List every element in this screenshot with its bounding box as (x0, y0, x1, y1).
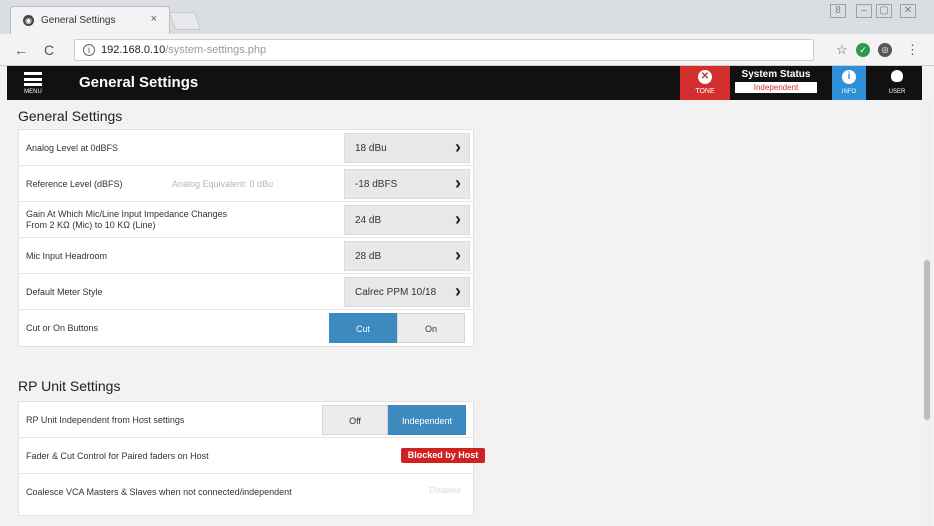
setting-row-analog-level: Analog Level at 0dBFS 18 dBu › (19, 130, 473, 166)
app-header: MENU General Settings ✕ TONE System Stat… (7, 66, 922, 100)
rp-unit-settings-panel: RP Unit Independent from Host settings O… (18, 401, 485, 516)
setting-label: Reference Level (dBFS) (26, 179, 123, 189)
browser-menu-icon[interactable]: ⋮ (906, 43, 919, 57)
setting-row-coalesce-vca: Coalesce VCA Masters & Slaves when not c… (19, 474, 473, 510)
site-info-icon[interactable]: i (83, 44, 95, 56)
menu-button[interactable]: MENU (7, 66, 59, 100)
general-settings-heading: General Settings (18, 108, 123, 124)
setting-label: Cut or On Buttons (26, 323, 99, 333)
user-label: USER (888, 89, 906, 95)
browser-tab-bar: ◉ General Settings × 8 – ▢ ✕ (0, 0, 934, 34)
url-input[interactable]: i 192.168.0.10/system-settings.php (74, 39, 814, 61)
favicon-icon: ◉ (23, 15, 34, 26)
setting-hint: Analog Equivalent: 0 dBu (172, 179, 274, 189)
new-tab-button[interactable] (168, 12, 202, 30)
chevron-right-icon: › (455, 281, 461, 301)
setting-label-line1: Gain At Which Mic/Line Input Impedance C… (26, 209, 228, 219)
tone-off-icon: ✕ (698, 70, 712, 84)
setting-row-fader-cut-control: Fader & Cut Control for Paired faders on… (19, 438, 485, 474)
meter-style-button[interactable]: Calrec PPM 10/18 › (344, 277, 470, 307)
address-bar-row: ← C i 192.168.0.10/system-settings.php ☆… (0, 34, 934, 66)
user-button[interactable]: USER (877, 66, 917, 100)
extension-check-icon[interactable]: ✓ (856, 43, 870, 57)
setting-label: Gain At Which Mic/Line Input Impedance C… (26, 209, 227, 231)
coalesce-vca-value: Disabled (429, 486, 461, 495)
setting-label: Mic Input Headroom (26, 251, 108, 261)
cut-toggle-option[interactable]: Cut (329, 313, 397, 343)
menu-icon (24, 72, 42, 86)
url-path: /system-settings.php (165, 44, 267, 56)
setting-label: Default Meter Style (26, 287, 103, 297)
mic-headroom-button[interactable]: 28 dB › (344, 241, 470, 271)
on-toggle-option[interactable]: On (397, 313, 465, 343)
impedance-gain-button[interactable]: 24 dB › (344, 205, 470, 235)
tab-title: General Settings (41, 15, 116, 26)
setting-row-impedance-gain: Gain At Which Mic/Line Input Impedance C… (19, 202, 473, 238)
system-status-value: Independent (735, 82, 817, 93)
extension-icon[interactable]: ◎ (878, 43, 892, 57)
off-toggle-option[interactable]: Off (322, 405, 388, 435)
analog-level-button[interactable]: 18 dBu › (344, 133, 470, 163)
setting-value: 28 dB (355, 251, 382, 262)
chevron-right-icon: › (455, 245, 461, 265)
setting-label: Coalesce VCA Masters & Slaves when not c… (26, 487, 292, 497)
tone-label: TONE (695, 88, 715, 95)
scrollbar-thumb[interactable] (924, 260, 930, 420)
setting-label: Analog Level at 0dBFS (26, 143, 119, 153)
setting-value: -18 dBFS (355, 179, 398, 190)
url-text: 192.168.0.10/system-settings.php (101, 44, 266, 56)
tone-button[interactable]: ✕ TONE (680, 66, 730, 100)
setting-row-meter-style: Default Meter Style Calrec PPM 10/18 › (19, 274, 473, 310)
setting-label: Fader & Cut Control for Paired faders on… (26, 451, 209, 461)
reference-level-button[interactable]: -18 dBFS › (344, 169, 470, 199)
chevron-right-icon: › (455, 209, 461, 229)
close-window-button[interactable]: ✕ (900, 4, 916, 18)
info-button[interactable]: i INFO (832, 66, 866, 100)
minimize-button[interactable]: – (856, 4, 872, 18)
setting-value: 24 dB (355, 215, 382, 226)
independent-toggle-option[interactable]: Independent (388, 405, 466, 435)
setting-row-reference-level: Reference Level (dBFS) Analog Equivalent… (19, 166, 473, 202)
browser-tab[interactable]: ◉ General Settings × (10, 6, 170, 34)
rp-unit-settings-heading: RP Unit Settings (18, 378, 121, 394)
url-host: 192.168.0.10 (101, 44, 166, 56)
setting-label-line2: From 2 KΩ (Mic) to 10 KΩ (Line) (26, 220, 156, 230)
star-icon[interactable]: ☆ (836, 43, 848, 57)
chevron-right-icon: › (455, 137, 461, 157)
info-icon: i (842, 70, 856, 84)
info-label: INFO (841, 89, 857, 95)
menu-label: MENU (24, 89, 42, 95)
setting-row-rp-independent: RP Unit Independent from Host settings O… (19, 402, 473, 438)
chevron-right-icon: › (455, 173, 461, 193)
user-icon (891, 70, 903, 82)
page-title: General Settings (79, 74, 199, 91)
back-button[interactable]: ← (14, 42, 28, 58)
page-scrollbar[interactable] (922, 100, 932, 526)
profile-icon[interactable]: 8 (830, 4, 846, 18)
blocked-by-host-badge: Blocked by Host (401, 448, 485, 463)
setting-row-cut-or-on: Cut or On Buttons Cut On (19, 310, 473, 346)
system-status[interactable]: System Status Independent (735, 69, 817, 97)
system-status-title: System Status (741, 69, 811, 80)
reload-button[interactable]: C (44, 42, 54, 58)
setting-label: RP Unit Independent from Host settings (26, 415, 185, 425)
setting-value: 18 dBu (355, 143, 387, 154)
general-settings-panel: Analog Level at 0dBFS 18 dBu › Reference… (18, 129, 474, 347)
maximize-button[interactable]: ▢ (876, 4, 892, 18)
setting-value: Calrec PPM 10/18 (355, 287, 437, 298)
tab-close-icon[interactable]: × (151, 13, 157, 25)
setting-row-mic-headroom: Mic Input Headroom 28 dB › (19, 238, 473, 274)
